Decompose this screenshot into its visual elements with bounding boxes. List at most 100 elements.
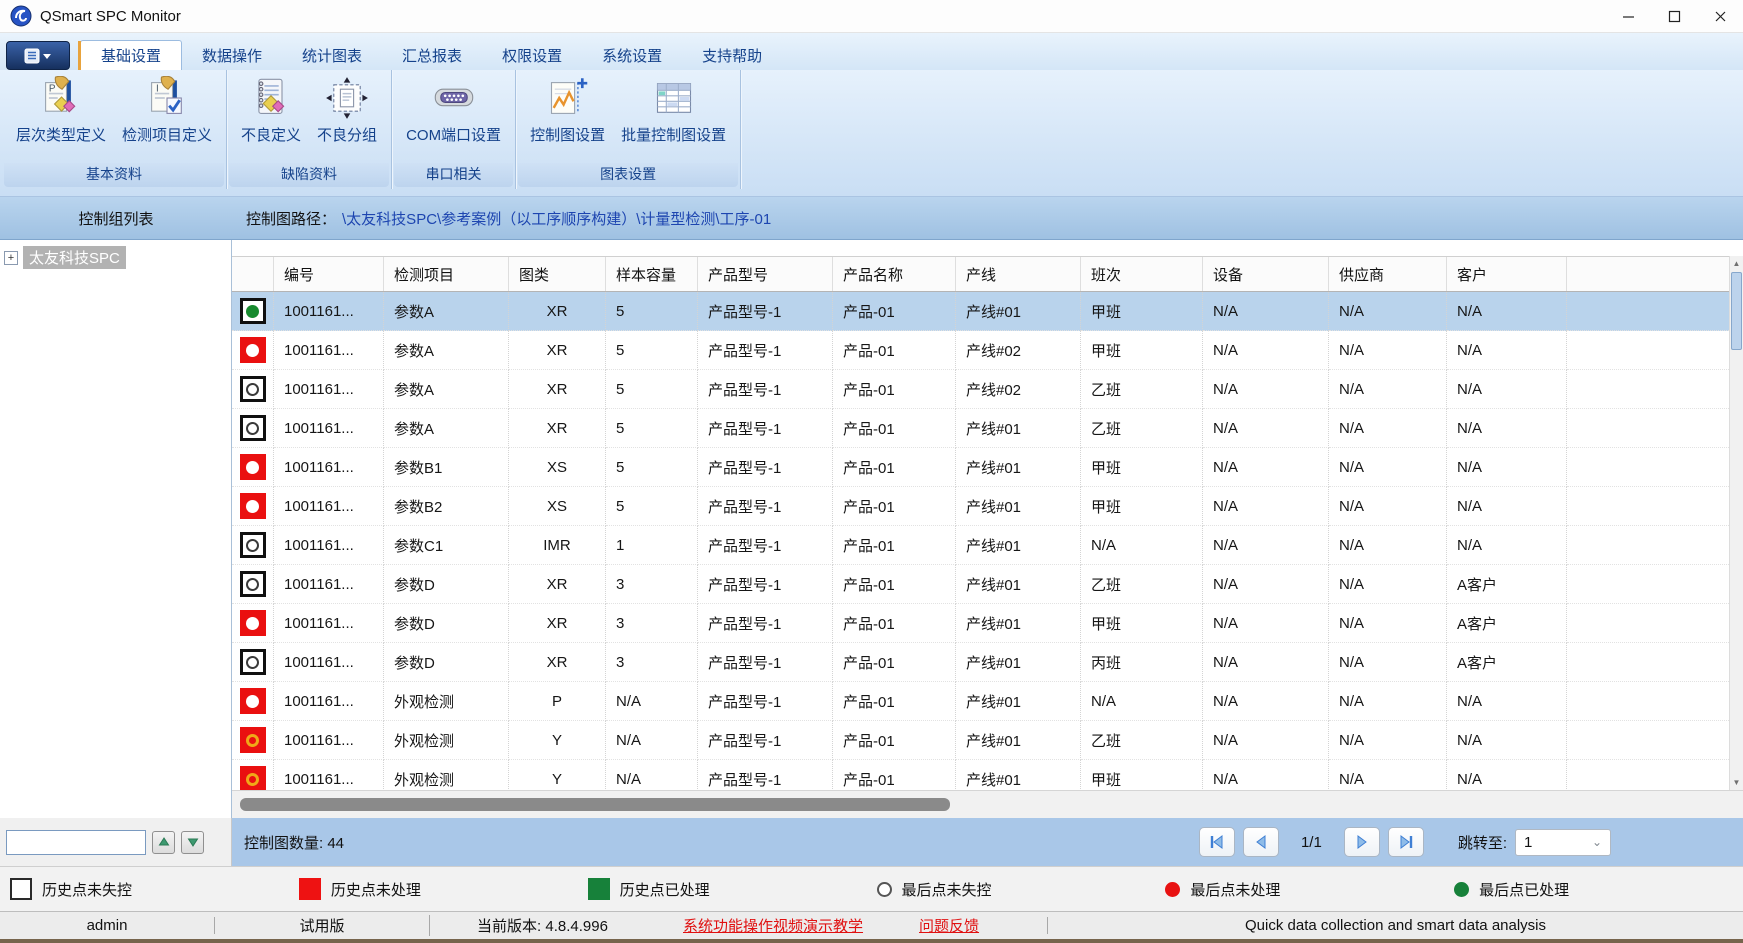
search-down-button[interactable] bbox=[181, 831, 204, 854]
cell-device: N/A bbox=[1203, 370, 1329, 409]
cell-device: N/A bbox=[1203, 526, 1329, 565]
cell-filler bbox=[1567, 526, 1729, 565]
ribbon-group: 不良定义 不良分组 缺陷资料 bbox=[227, 70, 392, 189]
tree-search-input[interactable] bbox=[6, 830, 146, 855]
vertical-scrollbar[interactable]: ▲ ▼ bbox=[1729, 256, 1743, 790]
ribbon-button[interactable]: 不良分组 bbox=[311, 74, 383, 147]
column-header[interactable]: 供应商 bbox=[1329, 257, 1447, 291]
table-row[interactable]: 1001161... 参数B2 XS 5 产品型号-1 产品-01 产线#01 … bbox=[232, 487, 1729, 526]
column-header[interactable]: 产线 bbox=[956, 257, 1081, 291]
search-up-button[interactable] bbox=[152, 831, 175, 854]
table-row[interactable]: 1001161... 外观检测 Y N/A 产品型号-1 产品-01 产线#01… bbox=[232, 760, 1729, 790]
cell-id: 1001161... bbox=[274, 526, 384, 565]
tree-expand-icon[interactable]: + bbox=[4, 251, 18, 265]
maximize-button[interactable] bbox=[1651, 0, 1697, 32]
table-row[interactable]: 1001161... 参数D XR 3 产品型号-1 产品-01 产线#01 甲… bbox=[232, 604, 1729, 643]
menu-tab[interactable]: 汇总报表 bbox=[382, 40, 482, 70]
control-chart-icon bbox=[546, 76, 590, 120]
cell-sample-size: N/A bbox=[606, 721, 698, 760]
menu-tab-label: 权限设置 bbox=[502, 45, 562, 66]
goto-page-value: 1 bbox=[1524, 834, 1532, 851]
column-header[interactable]: 编号 bbox=[274, 257, 384, 291]
ribbon-button[interactable]: 批量控制图设置 bbox=[615, 74, 732, 147]
ribbon-button[interactable]: 不良定义 bbox=[235, 74, 307, 147]
table-row[interactable]: 1001161... 外观检测 Y N/A 产品型号-1 产品-01 产线#01… bbox=[232, 721, 1729, 760]
column-header[interactable]: 样本容量 bbox=[606, 257, 698, 291]
com-port-icon bbox=[432, 76, 476, 120]
column-header[interactable]: 设备 bbox=[1203, 257, 1329, 291]
ribbon-button[interactable]: I 检测项目定义 bbox=[116, 74, 218, 147]
app-menu-button[interactable] bbox=[6, 41, 70, 70]
table-row[interactable]: 1001161... 参数A XR 5 产品型号-1 产品-01 产线#02 乙… bbox=[232, 370, 1729, 409]
cell-sample-size: 3 bbox=[606, 604, 698, 643]
table-header: 编号检测项目图类样本容量产品型号产品名称产线班次设备供应商客户 bbox=[232, 256, 1729, 292]
menu-tab[interactable]: 系统设置 bbox=[582, 40, 682, 70]
table-row[interactable]: 1001161... 外观检测 P N/A 产品型号-1 产品-01 产线#01… bbox=[232, 682, 1729, 721]
ribbon-button[interactable]: COM端口设置 bbox=[400, 74, 507, 147]
table-row[interactable]: 1001161... 参数B1 XS 5 产品型号-1 产品-01 产线#01 … bbox=[232, 448, 1729, 487]
menu-tab[interactable]: 支持帮助 bbox=[682, 40, 782, 70]
column-header[interactable]: 产品名称 bbox=[833, 257, 956, 291]
column-header[interactable] bbox=[232, 257, 274, 291]
cell-customer: N/A bbox=[1447, 331, 1567, 370]
tree-node-root[interactable]: + 太友科技SPC bbox=[0, 246, 231, 269]
menu-tab[interactable]: 权限设置 bbox=[482, 40, 582, 70]
ribbon-button[interactable]: P 层次类型定义 bbox=[10, 74, 112, 147]
close-button[interactable] bbox=[1697, 0, 1743, 32]
column-header[interactable]: 产品型号 bbox=[698, 257, 833, 291]
ribbon-button-label: 检测项目定义 bbox=[122, 124, 212, 145]
ribbon-button[interactable]: 控制图设置 bbox=[524, 74, 611, 147]
prev-page-button[interactable] bbox=[1243, 827, 1279, 857]
menu-tab[interactable]: 基础设置 bbox=[80, 40, 182, 70]
tree-root-label[interactable]: 太友科技SPC bbox=[23, 246, 126, 269]
last-page-button[interactable] bbox=[1388, 827, 1424, 857]
table-row[interactable]: 1001161... 参数C1 IMR 1 产品型号-1 产品-01 产线#01… bbox=[232, 526, 1729, 565]
cell-sample-size: 5 bbox=[606, 448, 698, 487]
table-row[interactable]: 1001161... 参数A XR 5 产品型号-1 产品-01 产线#02 甲… bbox=[232, 331, 1729, 370]
menu-tab[interactable]: 数据操作 bbox=[182, 40, 282, 70]
cell-production-line: 产线#01 bbox=[956, 604, 1081, 643]
column-header[interactable]: 班次 bbox=[1081, 257, 1203, 291]
cell-chart-type: XR bbox=[509, 292, 606, 331]
table-row[interactable]: 1001161... 参数D XR 3 产品型号-1 产品-01 产线#01 丙… bbox=[232, 643, 1729, 682]
cell-filler bbox=[1567, 448, 1729, 487]
cell-id: 1001161... bbox=[274, 721, 384, 760]
window-title: QSmart SPC Monitor bbox=[40, 8, 181, 25]
cell-device: N/A bbox=[1203, 643, 1329, 682]
cell-chart-type: Y bbox=[509, 760, 606, 790]
cell-product-name: 产品-01 bbox=[833, 565, 956, 604]
column-header[interactable]: 客户 bbox=[1447, 257, 1567, 291]
horizontal-scrollbar[interactable] bbox=[232, 790, 1743, 818]
table-row[interactable]: 1001161... 参数A XR 5 产品型号-1 产品-01 产线#01 乙… bbox=[232, 409, 1729, 448]
cell-product-model: 产品型号-1 bbox=[698, 409, 833, 448]
row-status-icon bbox=[232, 682, 274, 721]
vertical-scrollbar-thumb[interactable] bbox=[1731, 272, 1742, 350]
row-status-icon bbox=[232, 565, 274, 604]
column-header[interactable]: 图类 bbox=[509, 257, 606, 291]
video-tutorial-link[interactable]: 系统功能操作视频演示教学 bbox=[655, 915, 891, 936]
menu-tab[interactable]: 统计图表 bbox=[282, 40, 382, 70]
legend-swatch-icon bbox=[299, 878, 321, 900]
goto-page-select[interactable]: 1 ⌄ bbox=[1515, 829, 1611, 856]
horizontal-scrollbar-thumb[interactable] bbox=[240, 798, 950, 811]
cell-customer: N/A bbox=[1447, 682, 1567, 721]
table-row[interactable]: 1001161... 参数D XR 3 产品型号-1 产品-01 产线#01 乙… bbox=[232, 565, 1729, 604]
minimize-button[interactable] bbox=[1605, 0, 1651, 32]
cell-product-model: 产品型号-1 bbox=[698, 721, 833, 760]
cell-filler bbox=[1567, 487, 1729, 526]
defect-group-icon bbox=[325, 76, 369, 120]
scroll-up-icon[interactable]: ▲ bbox=[1730, 256, 1743, 271]
version-label: 当前版本: 4.8.4.996 bbox=[430, 915, 655, 936]
next-page-button[interactable] bbox=[1344, 827, 1380, 857]
control-group-list-title: 控制组列表 bbox=[0, 208, 232, 229]
first-page-button[interactable] bbox=[1199, 827, 1235, 857]
path-bar: 控制组列表 控制图路径： \太友科技SPC\参考案例（以工序顺序构建）\计量型检… bbox=[0, 197, 1743, 240]
feedback-link[interactable]: 问题反馈 bbox=[891, 915, 1007, 936]
cell-customer: N/A bbox=[1447, 526, 1567, 565]
cell-product-model: 产品型号-1 bbox=[698, 760, 833, 790]
cell-sample-size: 3 bbox=[606, 565, 698, 604]
chart-path-label: 控制图路径： bbox=[246, 208, 336, 229]
table-row[interactable]: 1001161... 参数A XR 5 产品型号-1 产品-01 产线#01 甲… bbox=[232, 292, 1729, 331]
scroll-down-icon[interactable]: ▼ bbox=[1730, 775, 1743, 790]
column-header[interactable]: 检测项目 bbox=[384, 257, 509, 291]
